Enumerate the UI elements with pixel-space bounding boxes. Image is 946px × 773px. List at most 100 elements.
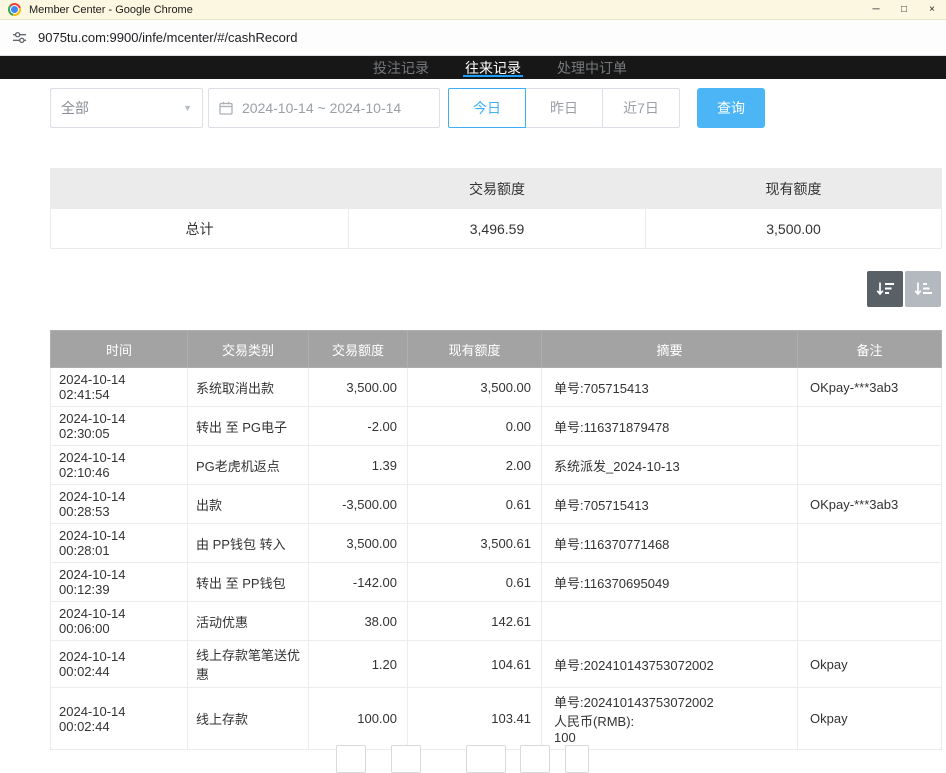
- cell-time: 2024-10-14 00:02:44: [51, 641, 188, 688]
- tab-cash-records[interactable]: 往来记录: [463, 56, 523, 79]
- cell-summary: 单号:116370695049: [542, 563, 798, 602]
- url-text[interactable]: 9075tu.com:9900/infe/mcenter/#/cashRecor…: [38, 30, 297, 45]
- table-row: 2024-10-14 00:28:53 出款 -3,500.00 0.61 单号…: [51, 485, 942, 524]
- site-settings-icon[interactable]: [12, 30, 27, 45]
- cell-remark: [798, 446, 942, 485]
- cell-balance: 3,500.00: [408, 368, 542, 407]
- cell-type: 转出 至 PG电子: [188, 407, 309, 446]
- maximize-button[interactable]: □: [890, 0, 918, 19]
- cell-type: 系统取消出款: [188, 368, 309, 407]
- chrome-logo-icon: [8, 3, 21, 16]
- cell-time: 2024-10-14 00:28:53: [51, 485, 188, 524]
- summary-header-empty: [51, 169, 349, 209]
- cell-time: 2024-10-14 00:02:44: [51, 688, 188, 750]
- today-button[interactable]: 今日: [448, 88, 526, 128]
- cell-balance: 0.00: [408, 407, 542, 446]
- cell-balance: 0.61: [408, 563, 542, 602]
- table-row: 2024-10-14 00:02:44 线上存款 100.00 103.41 单…: [51, 688, 942, 750]
- minimize-button[interactable]: ─: [862, 0, 890, 19]
- date-range-value: 2024-10-14 ~ 2024-10-14: [242, 100, 401, 116]
- cell-remark: [798, 407, 942, 446]
- cell-balance: 142.61: [408, 602, 542, 641]
- summary-balance-total: 3,500.00: [646, 209, 942, 249]
- cell-summary: 单号:705715413: [542, 368, 798, 407]
- cell-type: 线上存款笔笔送优惠: [188, 641, 309, 688]
- quick-date-buttons: 今日 昨日 近7日: [448, 88, 680, 128]
- sort-ascending-button[interactable]: [905, 271, 941, 307]
- date-range-input[interactable]: 2024-10-14 ~ 2024-10-14: [208, 88, 440, 128]
- cell-time: 2024-10-14 02:30:05: [51, 407, 188, 446]
- sort-descending-icon: [875, 281, 895, 297]
- col-header-balance: 现有额度: [408, 331, 542, 368]
- cell-balance: 3,500.61: [408, 524, 542, 563]
- cell-time: 2024-10-14 02:41:54: [51, 368, 188, 407]
- summary-table: 交易额度 现有额度 总计 3,496.59 3,500.00: [50, 168, 942, 249]
- browser-titlebar: Member Center - Google Chrome ─ □ ×: [0, 0, 946, 20]
- table-row: 2024-10-14 02:41:54 系统取消出款 3,500.00 3,50…: [51, 368, 942, 407]
- pagination-page-button[interactable]: [391, 745, 421, 773]
- cell-type: 出款: [188, 485, 309, 524]
- table-row: 2024-10-14 02:10:46 PG老虎机返点 1.39 2.00 系统…: [51, 446, 942, 485]
- table-row: 2024-10-14 00:28:01 由 PP钱包 转入 3,500.00 3…: [51, 524, 942, 563]
- pagination-prev-button[interactable]: [336, 745, 366, 773]
- sort-descending-button[interactable]: [867, 271, 903, 307]
- cell-type: PG老虎机返点: [188, 446, 309, 485]
- table-row: 2024-10-14 00:02:44 线上存款笔笔送优惠 1.20 104.6…: [51, 641, 942, 688]
- pagination-next-button[interactable]: [520, 745, 550, 773]
- cell-time: 2024-10-14 02:10:46: [51, 446, 188, 485]
- cell-summary: 系统派发_2024-10-13: [542, 446, 798, 485]
- cell-amount: 38.00: [309, 602, 408, 641]
- nav-tabs: 投注记录 往来记录 处理中订单: [371, 56, 629, 79]
- cell-balance: 103.41: [408, 688, 542, 750]
- cell-amount: 3,500.00: [309, 368, 408, 407]
- summary-total-label: 总计: [51, 209, 349, 249]
- cell-type: 转出 至 PP钱包: [188, 563, 309, 602]
- category-select-value: 全部: [61, 98, 89, 118]
- col-header-amount: 交易额度: [309, 331, 408, 368]
- table-header-row: 时间 交易类别 交易额度 现有额度 摘要 备注: [51, 331, 942, 368]
- table-row: 2024-10-14 00:06:00 活动优惠 38.00 142.61: [51, 602, 942, 641]
- cell-summary: 单号:202410143753072002 人民币(RMB): 100: [542, 688, 798, 750]
- cash-record-table: 时间 交易类别 交易额度 现有额度 摘要 备注 2024-10-14 02:41…: [50, 330, 942, 750]
- cell-remark: Okpay: [798, 641, 942, 688]
- summary-header-row: 交易额度 现有额度: [51, 169, 942, 209]
- address-bar[interactable]: 9075tu.com:9900/infe/mcenter/#/cashRecor…: [0, 20, 946, 56]
- cell-remark: Okpay: [798, 688, 942, 750]
- tab-betting-records[interactable]: 投注记录: [371, 56, 431, 79]
- cell-remark: [798, 524, 942, 563]
- cell-type: 线上存款: [188, 688, 309, 750]
- sort-ascending-icon: [913, 281, 933, 297]
- table-row: 2024-10-14 00:12:39 转出 至 PP钱包 -142.00 0.…: [51, 563, 942, 602]
- sort-buttons: [867, 271, 941, 307]
- cell-remark: [798, 563, 942, 602]
- cell-remark: OKpay-***3ab3: [798, 368, 942, 407]
- cell-amount: -3,500.00: [309, 485, 408, 524]
- yesterday-button[interactable]: 昨日: [525, 88, 603, 128]
- calendar-icon: [219, 101, 233, 115]
- query-button[interactable]: 查询: [697, 88, 765, 128]
- col-header-type: 交易类别: [188, 331, 309, 368]
- cell-summary: [542, 602, 798, 641]
- col-header-summary: 摘要: [542, 331, 798, 368]
- category-select[interactable]: 全部 ▼: [50, 88, 203, 128]
- cell-remark: [798, 602, 942, 641]
- last7days-button[interactable]: 近7日: [602, 88, 680, 128]
- cell-time: 2024-10-14 00:28:01: [51, 524, 188, 563]
- tab-processing-orders[interactable]: 处理中订单: [555, 56, 629, 79]
- cell-type: 由 PP钱包 转入: [188, 524, 309, 563]
- cell-amount: -142.00: [309, 563, 408, 602]
- pagination-size-select[interactable]: [466, 745, 506, 773]
- cell-amount: 3,500.00: [309, 524, 408, 563]
- cell-summary: 单号:116371879478: [542, 407, 798, 446]
- summary-total-row: 总计 3,496.59 3,500.00: [51, 209, 942, 249]
- cell-summary: 单号:116370771468: [542, 524, 798, 563]
- close-button[interactable]: ×: [918, 0, 946, 19]
- cell-amount: 1.39: [309, 446, 408, 485]
- window-title: Member Center - Google Chrome: [29, 4, 193, 16]
- col-header-time: 时间: [51, 331, 188, 368]
- cell-amount: 1.20: [309, 641, 408, 688]
- cell-summary: 单号:202410143753072002: [542, 641, 798, 688]
- summary-header-trade: 交易额度: [349, 169, 646, 209]
- cell-time: 2024-10-14 00:12:39: [51, 563, 188, 602]
- pagination-jump-button[interactable]: [565, 745, 589, 773]
